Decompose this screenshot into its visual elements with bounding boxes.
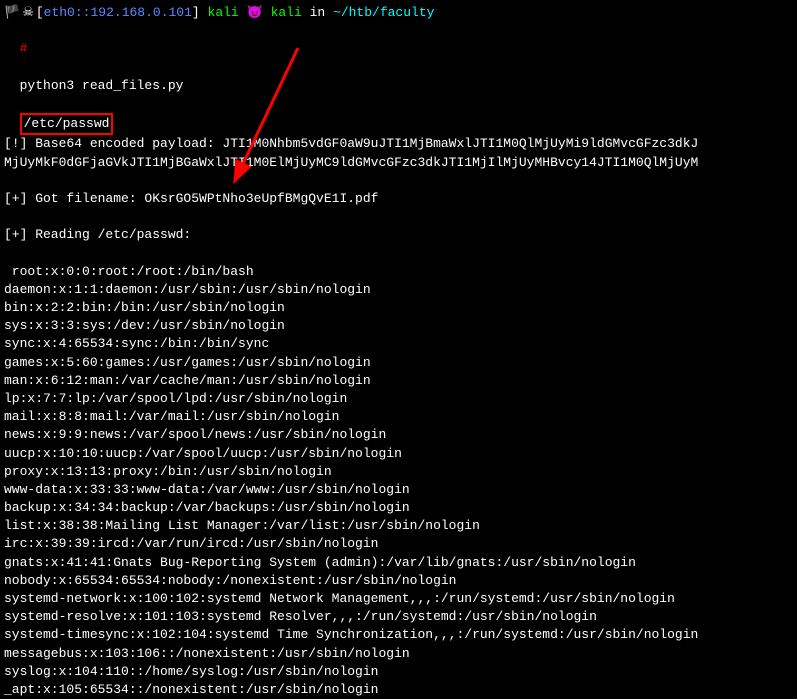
separator: :: xyxy=(75,4,91,22)
output-line: irc:x:39:39:ircd:/var/run/ircd:/usr/sbin… xyxy=(4,535,793,553)
emoji-icon: 😈 xyxy=(247,4,263,22)
output-line xyxy=(4,208,793,226)
cwd-path: ~/htb/faculty xyxy=(333,4,434,22)
username: kali xyxy=(208,4,239,22)
output-line: backup:x:34:34:backup:/var/backups:/usr/… xyxy=(4,499,793,517)
output-line xyxy=(4,172,793,190)
output-line: sync:x:4:65534:sync:/bin:/bin/sync xyxy=(4,335,793,353)
output-line: uucp:x:10:10:uucp:/var/spool/uucp:/usr/s… xyxy=(4,445,793,463)
output-line: systemd-timesync:x:102:104:systemd Time … xyxy=(4,626,793,644)
output-line: [+] Reading /etc/passwd: xyxy=(4,226,793,244)
output-line: syslog:x:104:110::/home/syslog:/usr/sbin… xyxy=(4,663,793,681)
output-line: www-data:x:33:33:www-data:/var/www:/usr/… xyxy=(4,481,793,499)
terminal-output: [!] Base64 encoded payload: JTI1M0Nhbm5v… xyxy=(4,135,793,699)
highlighted-argument: /etc/passwd xyxy=(20,113,114,135)
output-line: gnats:x:41:41:Gnats Bug-Reporting System… xyxy=(4,554,793,572)
output-line xyxy=(4,244,793,262)
output-line: nobody:x:65534:65534:nobody:/nonexistent… xyxy=(4,572,793,590)
command-text: python3 read_files.py xyxy=(20,78,184,93)
output-line: [!] Base64 encoded payload: JTI1M0Nhbm5v… xyxy=(4,135,793,153)
output-line: messagebus:x:103:106::/nonexistent:/usr/… xyxy=(4,645,793,663)
output-line: games:x:5:60:games:/usr/games:/usr/sbin/… xyxy=(4,354,793,372)
in-text: in xyxy=(310,4,326,22)
output-line: root:x:0:0:root:/root:/bin/bash xyxy=(4,263,793,281)
output-line: lp:x:7:7:lp:/var/spool/lpd:/usr/sbin/nol… xyxy=(4,390,793,408)
output-line: bin:x:2:2:bin:/bin:/usr/sbin/nologin xyxy=(4,299,793,317)
shell-prompt: 🏴 ☠ [ eth0 :: 192.168.0.101 ] kali 😈 kal… xyxy=(4,4,793,22)
interface-label: eth0 xyxy=(44,4,75,22)
output-line: proxy:x:13:13:proxy:/bin:/usr/sbin/nolog… xyxy=(4,463,793,481)
output-line: sys:x:3:3:sys:/dev:/usr/sbin/nologin xyxy=(4,317,793,335)
output-line: mail:x:8:8:mail:/var/mail:/usr/sbin/nolo… xyxy=(4,408,793,426)
bracket-close: ] xyxy=(192,4,200,22)
output-line: daemon:x:1:1:daemon:/usr/sbin:/usr/sbin/… xyxy=(4,281,793,299)
output-line: man:x:6:12:man:/var/cache/man:/usr/sbin/… xyxy=(4,372,793,390)
skull-icon: ☠ xyxy=(22,4,34,22)
flag-icon: 🏴 xyxy=(4,4,20,22)
output-line: systemd-network:x:100:102:systemd Networ… xyxy=(4,590,793,608)
output-line: systemd-resolve:x:101:103:systemd Resolv… xyxy=(4,608,793,626)
output-line: _apt:x:105:65534::/nonexistent:/usr/sbin… xyxy=(4,681,793,699)
output-line: list:x:38:38:Mailing List Manager:/var/l… xyxy=(4,517,793,535)
ip-address: 192.168.0.101 xyxy=(90,4,191,22)
command-line[interactable]: # python3 read_files.py /etc/passwd xyxy=(4,22,793,135)
prompt-symbol: # xyxy=(20,41,28,56)
output-line: [+] Got filename: OKsrGO5WPtNho3eUpfBMgQ… xyxy=(4,190,793,208)
bracket-open: [ xyxy=(36,4,44,22)
hostname: kali xyxy=(271,4,302,22)
output-line: MjUyMkF0dGFjaGVkJTI1MjBGaWxlJTI1M0ElMjUy… xyxy=(4,154,793,172)
output-line: news:x:9:9:news:/var/spool/news:/usr/sbi… xyxy=(4,426,793,444)
